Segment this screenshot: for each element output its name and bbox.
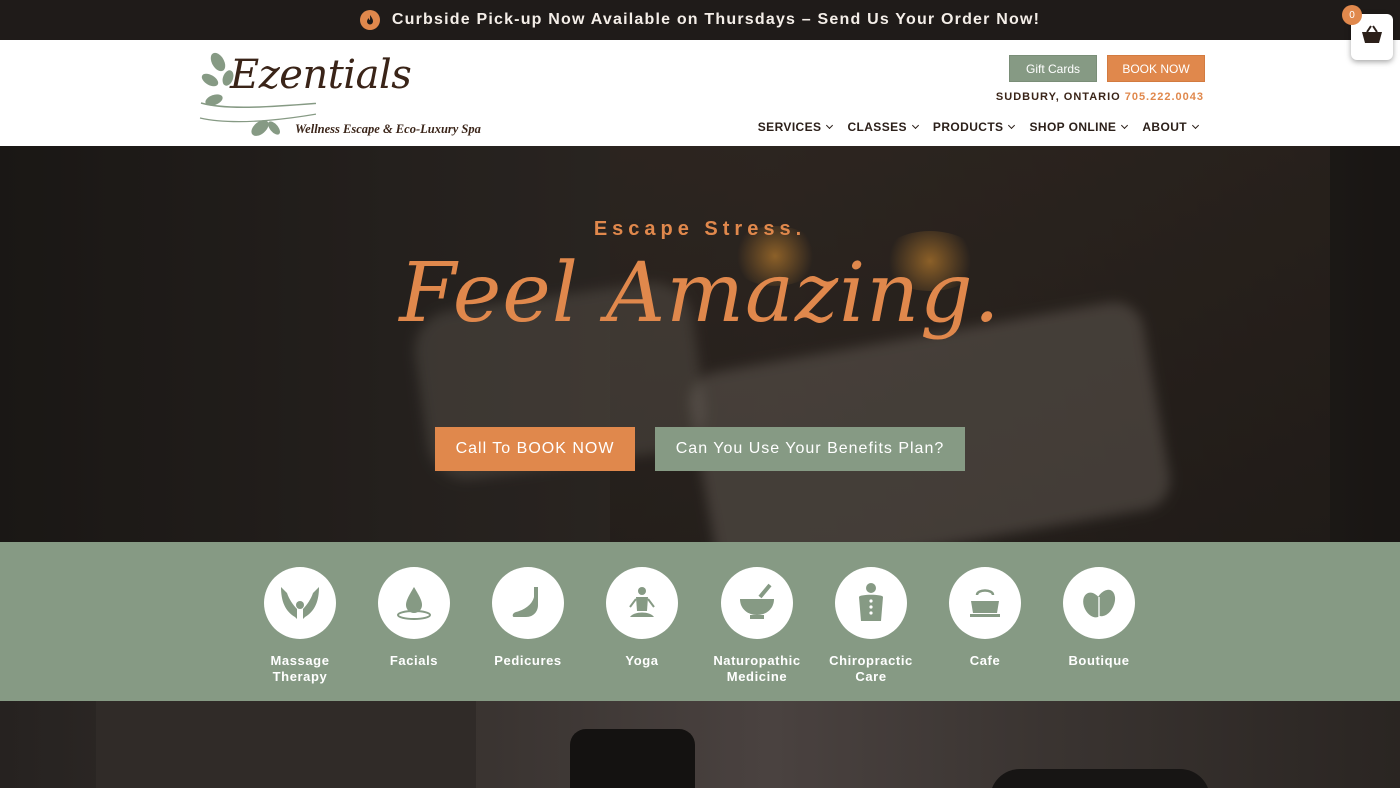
service-cafe[interactable]: Cafe [935,567,1035,669]
service-facials[interactable]: Facials [364,567,464,669]
service-label: Yoga [625,653,659,668]
nav-label: SERVICES [757,120,822,134]
logo-wordmark: Ezentials [230,52,412,98]
cart-count-badge: 0 [1342,5,1362,25]
services-strip: Massage Therapy Facials Pedicures Yoga N… [0,542,1400,701]
foot-icon [492,567,564,639]
nav-item-shop-online[interactable]: SHOP ONLINE [1029,120,1129,134]
location-line: SUDBURY, ONTARIO 705.222.0043 [996,91,1204,103]
service-chiropractic-care[interactable]: Chiropractic Care [821,567,921,685]
hero-overlay [0,146,1400,542]
hero-banner: Escape Stress. Feel Amazing. Call To BOO… [0,146,1400,542]
nav-item-services[interactable]: SERVICES [757,120,834,134]
service-label: Massage Therapy [270,653,330,684]
site-logo[interactable]: Ezentials Wellness Escape & Eco-Luxury S… [196,48,506,138]
nav-label: PRODUCTS [932,120,1004,134]
nav-label: CLASSES [847,120,907,134]
service-boutique[interactable]: Boutique [1049,567,1149,669]
book-now-button[interactable]: BOOK NOW [1107,55,1205,82]
meditation-icon [606,567,678,639]
logo-tagline: Wellness Escape & Eco-Luxury Spa [295,122,481,136]
chevron-down-icon [1008,121,1016,130]
service-yoga[interactable]: Yoga [592,567,692,669]
doorway-shape [96,701,476,788]
mortar-pestle-icon [721,567,793,639]
water-drop-icon [378,567,450,639]
call-to-book-button[interactable]: Call To BOOK NOW [435,427,635,471]
chevron-down-icon [1121,121,1129,130]
nav-label: SHOP ONLINE [1029,120,1117,134]
service-label: Chiropractic Care [829,653,913,684]
location-text: SUDBURY, ONTARIO [995,91,1121,103]
gift-cards-button[interactable]: Gift Cards [1009,55,1097,82]
hero-headline: Feel Amazing. [399,246,1001,341]
basket-icon [1360,24,1384,50]
phone-link[interactable]: 705.222.0043 [1125,91,1204,103]
service-label: Boutique [1068,653,1130,668]
service-label: Naturopathic Medicine [713,653,801,684]
service-massage-therapy[interactable]: Massage Therapy [250,567,350,685]
service-pedicures[interactable]: Pedicures [478,567,578,669]
service-label: Facials [389,653,439,668]
leaves-icon [1063,567,1135,639]
main-nav: SERVICES CLASSES PRODUCTS SHOP ONLINE AB… [757,120,1200,134]
nav-item-classes[interactable]: CLASSES [847,120,919,134]
nav-label: ABOUT [1142,120,1187,134]
service-naturopathic-medicine[interactable]: Naturopathic Medicine [707,567,807,685]
hero-eyebrow: Escape Stress. [593,218,807,240]
nav-item-about[interactable]: ABOUT [1142,120,1200,134]
site-header: Ezentials Wellness Escape & Eco-Luxury S… [0,40,1400,146]
treatment-room-image [0,701,1400,788]
teapot-icon [949,567,1021,639]
chair-shape [990,769,1210,788]
announcement-text[interactable]: Curbside Pick-up Now Available on Thursd… [392,11,1040,29]
chevron-down-icon [911,121,919,130]
hands-icon [264,567,336,639]
spine-icon [835,567,907,639]
chevron-down-icon [826,121,834,130]
announcement-bar: Curbside Pick-up Now Available on Thursd… [0,0,1400,40]
service-label: Cafe [969,653,1001,668]
flame-icon [359,10,380,30]
chair-shape [570,729,695,788]
benefits-plan-button[interactable]: Can You Use Your Benefits Plan? [655,427,965,471]
nav-item-products[interactable]: PRODUCTS [932,120,1016,134]
service-label: Pedicures [494,653,562,668]
chevron-down-icon [1191,121,1200,130]
